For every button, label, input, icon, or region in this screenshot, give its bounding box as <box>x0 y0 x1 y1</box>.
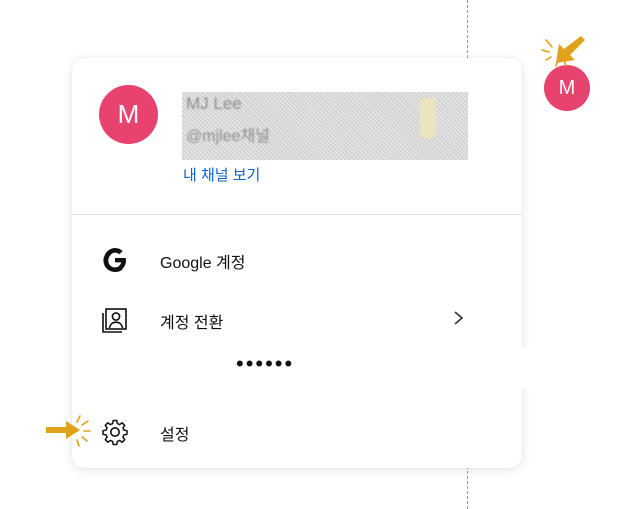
switch-account-icon <box>102 308 127 333</box>
menu-item-label: Google 계정 <box>160 255 246 272</box>
gear-icon <box>102 419 128 446</box>
redaction-mark <box>420 98 436 138</box>
menu-item-google-account[interactable]: Google 계정 <box>72 235 468 283</box>
google-g-icon <box>103 248 126 273</box>
omitted-items-ellipsis: •••••• <box>236 351 295 376</box>
omitted-items-band <box>72 347 617 389</box>
menu-item-switch-account[interactable]: 계정 전환 <box>72 295 468 343</box>
account-handle: @mjlee채널 <box>186 128 270 145</box>
chevron-right-icon <box>454 311 464 325</box>
account-name-block: MJ Lee @mjlee채널 <box>182 92 468 160</box>
menu-item-label: 계정 전환 <box>160 315 224 332</box>
view-channel-link[interactable]: 내 채널 보기 <box>183 164 260 185</box>
account-name: MJ Lee <box>186 94 242 113</box>
account-avatar: M <box>99 85 158 144</box>
arrow-pointer-icon <box>46 415 91 447</box>
menu-divider <box>72 214 522 215</box>
arrow-pointer-icon <box>541 36 585 67</box>
menu-item-label: 설정 <box>160 427 190 444</box>
menu-item-settings[interactable]: 설정 <box>72 407 468 455</box>
